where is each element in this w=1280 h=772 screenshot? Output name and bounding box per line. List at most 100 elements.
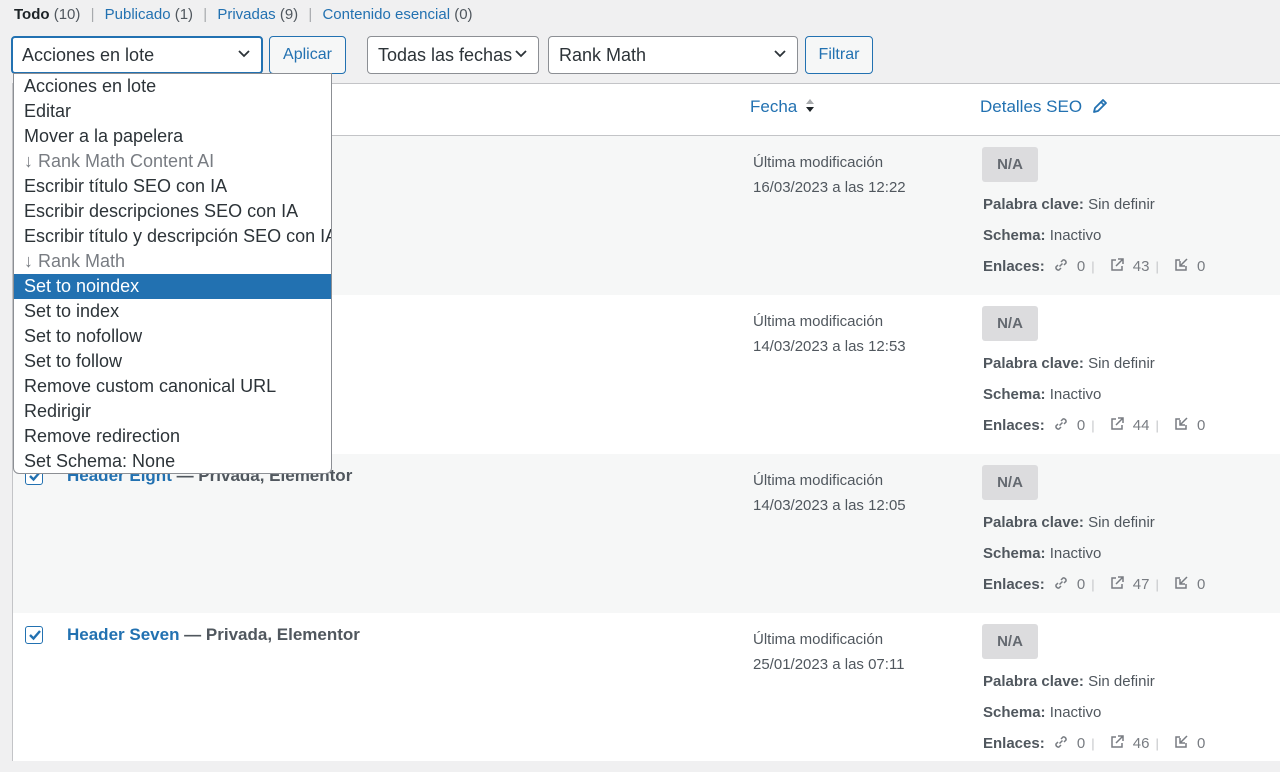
schema-label: Schema:	[983, 704, 1046, 721]
row-title-suffix: — Privada, Elementor	[179, 625, 360, 644]
incoming-links-count: 0	[1197, 735, 1206, 752]
status-filters: Todo (10) | Publicado (1) | Privadas (9)…	[14, 6, 473, 23]
filter-all-count: (10)	[53, 6, 81, 23]
option-set-index[interactable]: Set to index	[14, 299, 331, 324]
filter-separator: |	[203, 6, 208, 23]
optgroup-rank-math: ↓ Rank Math	[24, 251, 126, 271]
option-ai-seo-description[interactable]: Escribir descripciones SEO con IA	[14, 199, 331, 224]
option-redirect[interactable]: Redirigir	[14, 399, 331, 424]
option-set-nofollow[interactable]: Set to nofollow	[14, 324, 331, 349]
kw-value: Sin definir	[1088, 673, 1155, 690]
incoming-link-icon	[1175, 576, 1188, 589]
table-row: Header Eight — Privada, Elementor Última…	[13, 454, 1280, 613]
seo-score-badge: N/A	[982, 306, 1038, 341]
filter-essential[interactable]: Contenido esencial	[322, 6, 450, 23]
internal-link-icon	[1055, 577, 1067, 589]
schema-label: Schema:	[983, 227, 1046, 244]
focus-keyword: Palabra clave: Sin definir	[983, 196, 1155, 213]
column-seo-label: Detalles SEO	[980, 97, 1083, 116]
chevron-down-icon	[238, 50, 250, 58]
incoming-links-count: 0	[1197, 258, 1206, 275]
option-ai-title-description[interactable]: Escribir título y descripción SEO con IA	[14, 224, 331, 249]
option-set-schema-none[interactable]: Set Schema: None	[14, 449, 331, 473]
schema-info: Schema: Inactivo	[983, 227, 1101, 244]
focus-keyword: Palabra clave: Sin definir	[983, 673, 1155, 690]
filter-private-count: (9)	[279, 6, 299, 23]
option-bulk-actions[interactable]: Acciones en lote	[14, 74, 331, 99]
external-link-icon	[1111, 258, 1124, 271]
row-checkbox[interactable]	[25, 626, 43, 644]
sort-icon	[805, 99, 814, 112]
filter-button[interactable]: Filtrar	[805, 36, 873, 74]
row-date: Última modificación 25/01/2023 a las 07:…	[753, 627, 905, 677]
row-title: Header Seven — Privada, Elementor	[67, 625, 360, 645]
links-label: Enlaces:	[983, 735, 1045, 752]
schema-info: Schema: Inactivo	[983, 545, 1101, 562]
internal-links-count: 0	[1076, 258, 1086, 275]
kw-label: Palabra clave:	[983, 514, 1084, 531]
date-value: 25/01/2023 a las 07:11	[753, 656, 905, 673]
incoming-links-count: 0	[1197, 417, 1206, 434]
schema-label: Schema:	[983, 386, 1046, 403]
kw-value: Sin definir	[1088, 196, 1155, 213]
filter-private[interactable]: Privadas	[217, 6, 275, 23]
option-remove-redirection[interactable]: Remove redirection	[14, 424, 331, 449]
date-label: Última modificación	[753, 154, 884, 171]
column-date-label: Fecha	[750, 97, 798, 116]
links-label: Enlaces:	[983, 417, 1045, 434]
seo-details: N/A Palabra clave: Sin definir Schema: I…	[982, 624, 1205, 752]
bulk-actions-select[interactable]: Acciones en lote	[11, 36, 263, 74]
filter-separator: |	[90, 6, 95, 23]
external-link-icon	[1111, 417, 1124, 430]
filter-all[interactable]: Todo	[14, 6, 50, 23]
option-set-noindex[interactable]: Set to noindex	[14, 274, 331, 299]
row-title-link[interactable]: Header Seven	[67, 625, 179, 644]
links-info: Enlaces: 0 | 46 | 0	[983, 735, 1206, 752]
column-date[interactable]: Fecha	[750, 97, 815, 117]
seo-score-badge: N/A	[982, 624, 1038, 659]
schema-info: Schema: Inactivo	[983, 704, 1101, 721]
links-label: Enlaces:	[983, 258, 1045, 275]
external-link-icon	[1111, 735, 1124, 748]
date-label: Última modificación	[753, 313, 884, 330]
table-row: Header Seven — Privada, Elementor Última…	[13, 613, 1280, 772]
seo-details: N/A Palabra clave: Sin definir Schema: I…	[982, 465, 1205, 593]
filter-published-count: (1)	[174, 6, 194, 23]
chevron-down-icon	[515, 50, 527, 58]
option-edit[interactable]: Editar	[14, 99, 331, 124]
external-links-count: 47	[1132, 576, 1150, 593]
seo-filter-select[interactable]: Rank Math	[548, 36, 798, 74]
incoming-link-icon	[1175, 417, 1188, 430]
row-date: Última modificación 14/03/2023 a las 12:…	[753, 468, 906, 518]
internal-link-icon	[1055, 418, 1067, 430]
date-label: Última modificación	[753, 472, 884, 489]
external-links-count: 44	[1132, 417, 1150, 434]
schema-value: Inactivo	[1049, 704, 1102, 721]
external-links-count: 46	[1132, 735, 1150, 752]
kw-value: Sin definir	[1088, 514, 1155, 531]
pencil-icon	[1092, 99, 1107, 113]
option-set-follow[interactable]: Set to follow	[14, 349, 331, 374]
seo-details: N/A Palabra clave: Sin definir Schema: I…	[982, 147, 1205, 275]
links-info: Enlaces: 0 | 43 | 0	[983, 258, 1206, 275]
filter-published[interactable]: Publicado	[105, 6, 171, 23]
apply-button[interactable]: Aplicar	[269, 36, 346, 74]
schema-value: Inactivo	[1049, 386, 1102, 403]
option-remove-canonical[interactable]: Remove custom canonical URL	[14, 374, 331, 399]
seo-score-badge: N/A	[982, 147, 1038, 182]
option-ai-seo-title[interactable]: Escribir título SEO con IA	[14, 174, 331, 199]
focus-keyword: Palabra clave: Sin definir	[983, 355, 1155, 372]
option-trash[interactable]: Mover a la papelera	[14, 124, 331, 149]
internal-links-count: 0	[1076, 735, 1086, 752]
filter-essential-count: (0)	[454, 6, 473, 23]
date-value: 14/03/2023 a las 12:53	[753, 338, 906, 355]
schema-value: Inactivo	[1049, 227, 1102, 244]
date-filter-select[interactable]: Todas las fechas	[367, 36, 539, 74]
bulk-actions-value: Acciones en lote	[22, 45, 155, 65]
links-label: Enlaces:	[983, 576, 1045, 593]
links-info: Enlaces: 0 | 47 | 0	[983, 576, 1206, 593]
column-seo-details[interactable]: Detalles SEO	[980, 97, 1109, 117]
internal-link-icon	[1055, 736, 1067, 748]
schema-value: Inactivo	[1049, 545, 1102, 562]
schema-label: Schema:	[983, 545, 1046, 562]
